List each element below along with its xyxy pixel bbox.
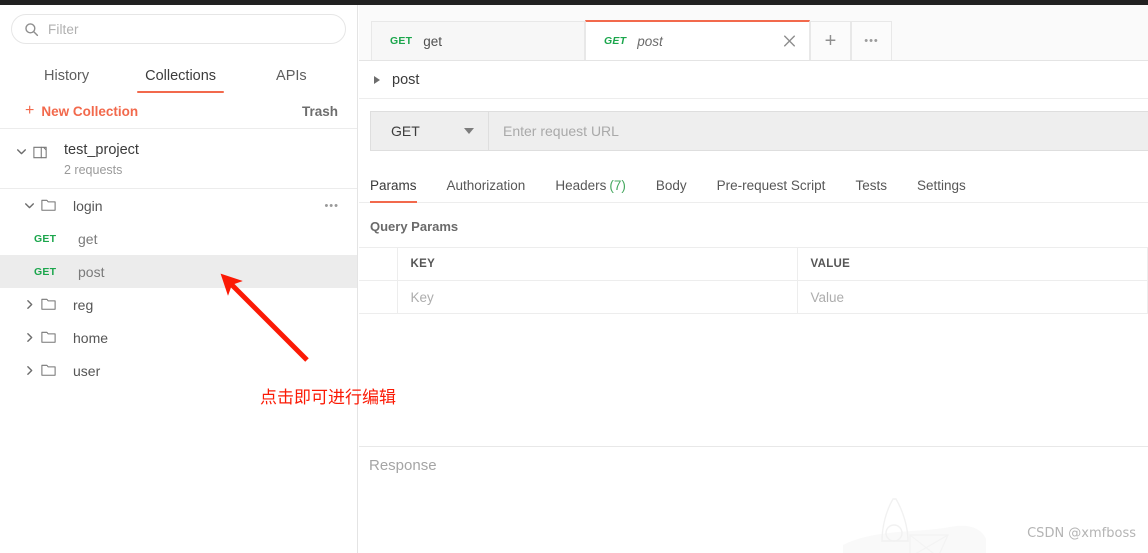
http-method-value: GET (391, 123, 420, 139)
tab-more-options-button[interactable]: ••• (851, 21, 892, 60)
table-header-row: KEY VALUE (359, 247, 1148, 281)
subtab-pre-request-script[interactable]: Pre-request Script (717, 178, 826, 202)
query-params-table: KEY VALUE Key Value (359, 247, 1148, 314)
close-icon[interactable] (782, 34, 797, 49)
folder-icon (40, 197, 66, 214)
request-method-badge: GET (34, 265, 57, 278)
tab-collections[interactable]: Collections (131, 68, 230, 93)
tree-request-label: get (78, 230, 98, 247)
value-column-header: VALUE (797, 247, 1148, 281)
value-input-cell[interactable]: Value (797, 280, 1148, 314)
chevron-right-icon[interactable] (374, 75, 380, 84)
collection-actions: + New Collection Trash (0, 93, 357, 129)
checkbox-column-header (359, 247, 398, 281)
subtab-headers[interactable]: Headers (7) (555, 178, 626, 202)
tree-request-get[interactable]: GET get (0, 222, 357, 255)
chevron-right-icon[interactable] (18, 331, 40, 344)
tab-apis[interactable]: APIs (262, 68, 321, 93)
tree-request-post[interactable]: GET post (0, 255, 357, 288)
request-tab-get[interactable]: GET get (371, 21, 585, 60)
tab-name: post (637, 33, 663, 49)
row-checkbox-cell[interactable] (359, 280, 398, 314)
request-method-badge: GET (34, 232, 57, 245)
chevron-right-icon[interactable] (18, 298, 40, 311)
key-input-cell[interactable]: Key (397, 280, 798, 314)
tree-folder-home[interactable]: home (0, 321, 357, 354)
collection-name: test_project (64, 142, 139, 158)
search-icon (24, 22, 39, 37)
breadcrumb-label: post (392, 71, 420, 88)
tree-folder-label: home (73, 329, 109, 346)
tree-folder-user[interactable]: user (0, 354, 357, 387)
key-column-header: KEY (397, 247, 798, 281)
search-input-placeholder: Filter (48, 21, 79, 37)
collection-tree: login ••• GET get GET post reg home user (0, 189, 357, 387)
url-bar: GET Enter request URL (370, 111, 1148, 151)
subtab-params[interactable]: Params (370, 178, 417, 203)
folder-icon (40, 296, 66, 313)
folder-icon (40, 362, 66, 379)
subtab-body[interactable]: Body (656, 178, 687, 202)
http-method-select[interactable]: GET (371, 112, 489, 150)
main-pane: GET get GET post + ••• post GET Enter re… (359, 5, 1148, 553)
headers-count-badge: (7) (609, 178, 626, 193)
collection-icon (32, 141, 58, 161)
collection-request-count: 2 requests (64, 163, 123, 177)
new-tab-button[interactable]: + (810, 21, 851, 60)
tree-folder-label: user (73, 362, 101, 379)
request-sub-tabs: Params Authorization Headers (7) Body Pre… (359, 163, 1148, 203)
watermark-text: CSDN @xmfboss (1027, 526, 1136, 541)
chevron-right-icon[interactable] (18, 364, 40, 377)
breadcrumb[interactable]: post (359, 61, 1148, 99)
search-input[interactable]: Filter (11, 14, 346, 44)
query-params-title: Query Params (370, 219, 459, 234)
tab-method-badge: GET (604, 35, 627, 47)
filter-container: Filter (0, 5, 357, 44)
chevron-down-icon (464, 128, 474, 134)
plus-icon: + (25, 102, 35, 119)
rocket-illustration (843, 498, 986, 553)
tab-history[interactable]: History (30, 68, 103, 93)
tree-request-label: post (78, 263, 105, 280)
tree-folder-label: login (73, 197, 103, 214)
tab-name: get (423, 33, 442, 49)
subtab-tests[interactable]: Tests (855, 178, 887, 202)
subtab-settings[interactable]: Settings (917, 178, 966, 202)
new-collection-button[interactable]: + New Collection (25, 103, 138, 119)
tree-folder-reg[interactable]: reg (0, 288, 357, 321)
response-label: Response (369, 457, 437, 474)
chevron-down-icon[interactable] (10, 141, 32, 158)
subtab-headers-label: Headers (555, 178, 607, 193)
tree-folder-login[interactable]: login ••• (0, 189, 357, 222)
tree-folder-label: reg (73, 296, 94, 313)
response-divider (359, 446, 1148, 447)
request-tab-post[interactable]: GET post (585, 20, 810, 60)
tab-method-badge: GET (390, 35, 413, 47)
postman-window: Filter History Collections APIs + New Co… (0, 0, 1148, 553)
trash-button[interactable]: Trash (302, 104, 338, 119)
request-tab-bar: GET get GET post + ••• (359, 5, 1148, 61)
table-row[interactable]: Key Value (359, 280, 1148, 314)
collection-meta: test_project 2 requests (58, 141, 139, 177)
request-url-input[interactable]: Enter request URL (489, 112, 1148, 150)
sidebar-tabs: History Collections APIs (0, 53, 357, 93)
sidebar: Filter History Collections APIs + New Co… (0, 5, 358, 553)
subtab-authorization[interactable]: Authorization (447, 178, 526, 202)
chevron-down-icon[interactable] (18, 199, 40, 212)
folder-icon (40, 329, 66, 346)
collection-header[interactable]: test_project 2 requests (0, 129, 357, 189)
new-collection-label: New Collection (41, 103, 139, 119)
url-row: GET Enter request URL (359, 99, 1148, 151)
